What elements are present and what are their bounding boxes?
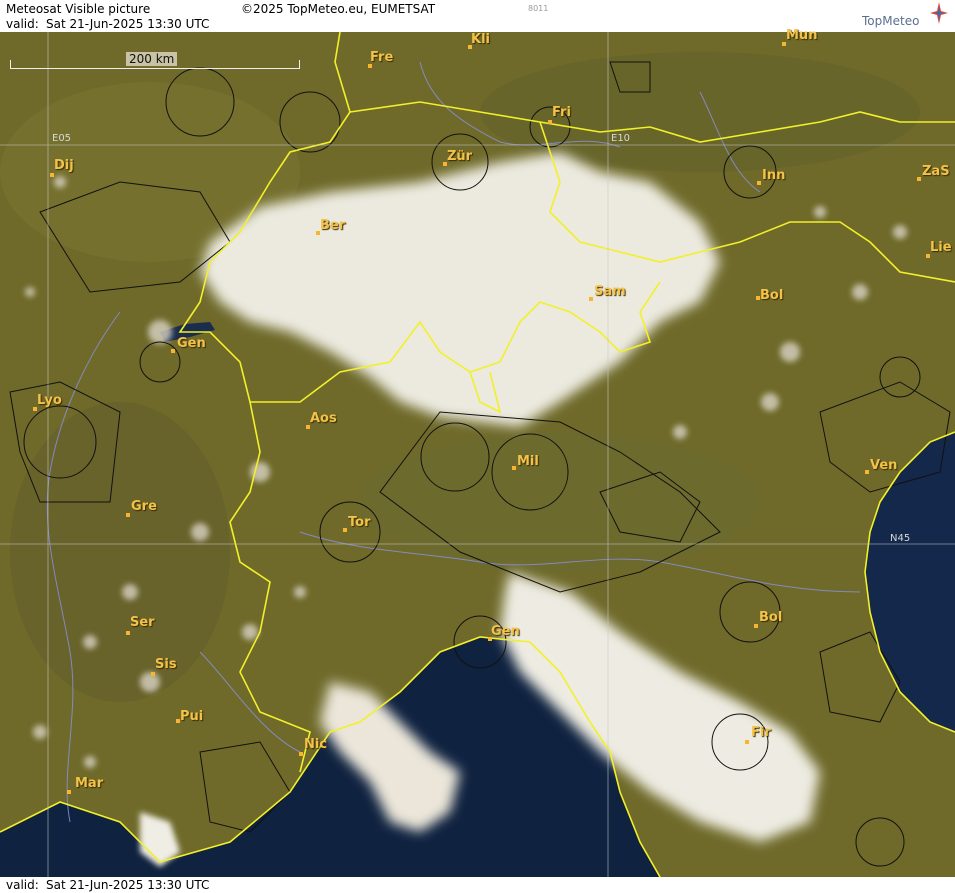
city-dot <box>754 624 758 628</box>
city-label-tor[interactable]: Tor <box>348 515 370 530</box>
footer-valid-time: Sat 21-Jun-2025 13:30 UTC <box>46 878 210 892</box>
city-label-ber[interactable]: Ber <box>320 218 345 233</box>
city-label-zur[interactable]: Zür <box>447 149 472 164</box>
city-label-ven[interactable]: Ven <box>870 458 897 473</box>
logo-text: TopMeteo <box>862 14 920 28</box>
city-dot <box>299 752 303 756</box>
city-label-lie[interactable]: Lie <box>930 240 952 255</box>
topmeteo-logo: TopMeteo <box>862 2 948 28</box>
city-label-pui[interactable]: Pui <box>180 709 203 724</box>
city-label-fir[interactable]: Fir <box>751 725 771 740</box>
city-dot <box>67 790 71 794</box>
city-dot <box>757 181 761 185</box>
satellite-map[interactable] <box>0 32 955 877</box>
compass-icon <box>930 2 948 24</box>
grid-label-e05: E05 <box>52 133 72 144</box>
satellite-viewer: Meteosat Visible picture ©2025 TopMeteo.… <box>0 0 955 893</box>
city-label-gre[interactable]: Gre <box>131 499 157 514</box>
image-code: 8011 <box>528 4 549 13</box>
footer-valid-label: valid: <box>6 878 39 892</box>
city-label-dij[interactable]: Dij <box>54 158 74 173</box>
city-label-mar[interactable]: Mar <box>75 776 103 791</box>
valid-time: Sat 21-Jun-2025 13:30 UTC <box>46 17 210 31</box>
city-label-mil[interactable]: Mil <box>517 454 539 469</box>
city-dot <box>865 470 869 474</box>
scale-bar-label: 200 km <box>126 52 178 66</box>
city-dot <box>343 528 347 532</box>
city-label-inn[interactable]: Inn <box>762 168 785 183</box>
city-label-mun[interactable]: Mun <box>786 28 817 43</box>
city-dot <box>126 513 130 517</box>
city-dot <box>917 177 921 181</box>
city-label-sis[interactable]: Sis <box>155 657 177 672</box>
grid-label-n45: N45 <box>890 533 911 544</box>
city-label-bol-north[interactable]: Bol <box>760 288 783 303</box>
city-label-gen-geneva[interactable]: Gen <box>177 336 206 351</box>
city-label-gen-genova[interactable]: Gen <box>491 624 520 639</box>
city-label-fri[interactable]: Fri <box>552 105 571 120</box>
city-label-zas[interactable]: ZaS <box>922 164 950 179</box>
city-label-sam[interactable]: Sam <box>594 284 626 299</box>
city-dot <box>50 173 54 177</box>
city-label-kli[interactable]: Kli <box>471 32 490 47</box>
city-label-bol-south[interactable]: Bol <box>759 610 782 625</box>
copyright-text: ©2025 TopMeteo.eu, EUMETSAT <box>241 2 436 16</box>
page-title: Meteosat Visible picture <box>6 2 151 16</box>
valid-label: valid: <box>6 17 39 31</box>
city-dot <box>126 631 130 635</box>
city-label-lyo[interactable]: Lyo <box>37 393 62 408</box>
city-dot <box>151 672 155 676</box>
city-dot <box>589 297 593 301</box>
city-label-fre[interactable]: Fre <box>370 50 393 65</box>
city-dot <box>171 349 175 353</box>
footer-bar: valid: Sat 21-Jun-2025 13:30 UTC <box>0 877 955 893</box>
city-label-aos[interactable]: Aos <box>310 411 337 426</box>
city-label-nic[interactable]: Nic <box>304 737 327 752</box>
city-dot <box>548 120 552 124</box>
grid-label-e10: E10 <box>611 133 631 144</box>
city-dot <box>512 466 516 470</box>
city-dot <box>745 740 749 744</box>
city-label-ser[interactable]: Ser <box>130 615 155 630</box>
